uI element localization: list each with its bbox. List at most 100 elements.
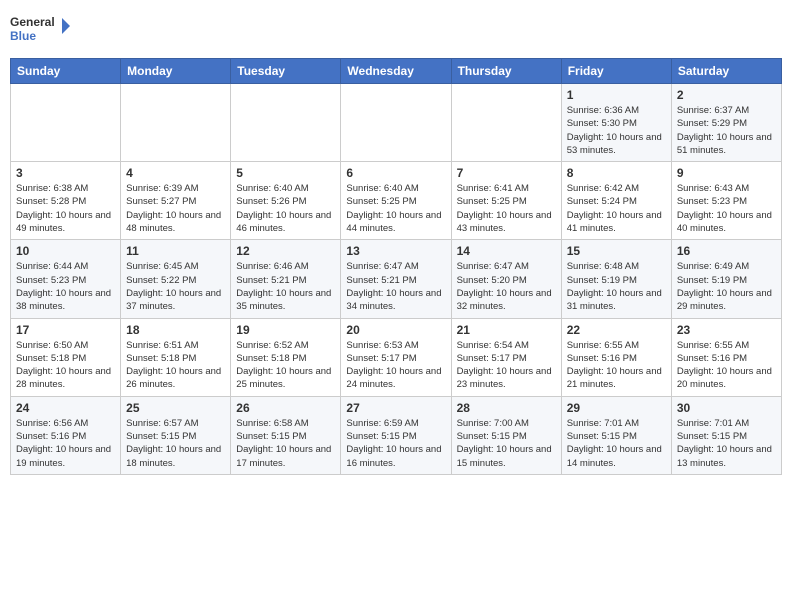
- day-number: 27: [346, 401, 445, 415]
- calendar-cell: 21 Sunrise: 6:54 AM Sunset: 5:17 PM Dayli…: [451, 318, 561, 396]
- day-info: Sunrise: 6:36 AM Sunset: 5:30 PM Dayligh…: [567, 104, 666, 157]
- day-number: 4: [126, 166, 225, 180]
- calendar-cell: 8 Sunrise: 6:42 AM Sunset: 5:24 PM Daylig…: [561, 162, 671, 240]
- day-info: Sunrise: 6:59 AM Sunset: 5:15 PM Dayligh…: [346, 417, 445, 470]
- day-number: 3: [16, 166, 115, 180]
- calendar-cell: [341, 84, 451, 162]
- calendar-cell: 26Sunrise: 6:58 AM Sunset: 5:15 PM Dayli…: [231, 396, 341, 474]
- calendar-cell: [231, 84, 341, 162]
- day-number: 9: [677, 166, 776, 180]
- calendar-cell: [11, 84, 121, 162]
- calendar-cell: 30Sunrise: 7:01 AM Sunset: 5:15 PM Dayli…: [671, 396, 781, 474]
- calendar-cell: 20 Sunrise: 6:53 AM Sunset: 5:17 PM Dayli…: [341, 318, 451, 396]
- day-info: Sunrise: 7:01 AM Sunset: 5:15 PM Dayligh…: [677, 417, 776, 470]
- day-number: 19: [236, 323, 335, 337]
- calendar-cell: 6 Sunrise: 6:40 AM Sunset: 5:25 PM Daylig…: [341, 162, 451, 240]
- day-info: Sunrise: 6:52 AM Sunset: 5:18 PM Dayligh…: [236, 339, 335, 392]
- day-info: Sunrise: 7:00 AM Sunset: 5:15 PM Dayligh…: [457, 417, 556, 470]
- day-number: 17: [16, 323, 115, 337]
- day-info: Sunrise: 6:42 AM Sunset: 5:24 PM Dayligh…: [567, 182, 666, 235]
- calendar-week-row: 1 Sunrise: 6:36 AM Sunset: 5:30 PM Daylig…: [11, 84, 782, 162]
- logo: General Blue: [10, 10, 70, 50]
- calendar-week-row: 17 Sunrise: 6:50 AM Sunset: 5:18 PM Dayli…: [11, 318, 782, 396]
- calendar-table: SundayMondayTuesdayWednesdayThursdayFrid…: [10, 58, 782, 475]
- day-info: Sunrise: 6:40 AM Sunset: 5:25 PM Dayligh…: [346, 182, 445, 235]
- calendar-cell: 27 Sunrise: 6:59 AM Sunset: 5:15 PM Dayli…: [341, 396, 451, 474]
- column-header-tuesday: Tuesday: [231, 59, 341, 84]
- day-info: Sunrise: 6:39 AM Sunset: 5:27 PM Dayligh…: [126, 182, 225, 235]
- calendar-cell: 7 Sunrise: 6:41 AM Sunset: 5:25 PM Daylig…: [451, 162, 561, 240]
- day-number: 8: [567, 166, 666, 180]
- day-info: Sunrise: 6:47 AM Sunset: 5:21 PM Dayligh…: [346, 260, 445, 313]
- column-header-wednesday: Wednesday: [341, 59, 451, 84]
- day-number: 18: [126, 323, 225, 337]
- calendar-cell: 12Sunrise: 6:46 AM Sunset: 5:21 PM Dayli…: [231, 240, 341, 318]
- day-info: Sunrise: 6:54 AM Sunset: 5:17 PM Dayligh…: [457, 339, 556, 392]
- calendar-cell: 1 Sunrise: 6:36 AM Sunset: 5:30 PM Daylig…: [561, 84, 671, 162]
- calendar-cell: 10Sunrise: 6:44 AM Sunset: 5:23 PM Dayli…: [11, 240, 121, 318]
- day-number: 10: [16, 244, 115, 258]
- calendar-cell: [121, 84, 231, 162]
- day-number: 7: [457, 166, 556, 180]
- day-info: Sunrise: 6:43 AM Sunset: 5:23 PM Dayligh…: [677, 182, 776, 235]
- calendar-cell: 23 Sunrise: 6:55 AM Sunset: 5:16 PM Dayli…: [671, 318, 781, 396]
- day-info: Sunrise: 6:50 AM Sunset: 5:18 PM Dayligh…: [16, 339, 115, 392]
- calendar-cell: 3 Sunrise: 6:38 AM Sunset: 5:28 PM Daylig…: [11, 162, 121, 240]
- page-header: General Blue: [10, 10, 782, 50]
- day-number: 28: [457, 401, 556, 415]
- day-number: 20: [346, 323, 445, 337]
- day-info: Sunrise: 6:51 AM Sunset: 5:18 PM Dayligh…: [126, 339, 225, 392]
- column-header-monday: Monday: [121, 59, 231, 84]
- calendar-cell: 9 Sunrise: 6:43 AM Sunset: 5:23 PM Daylig…: [671, 162, 781, 240]
- day-number: 25: [126, 401, 225, 415]
- day-info: Sunrise: 6:40 AM Sunset: 5:26 PM Dayligh…: [236, 182, 335, 235]
- calendar-cell: 18 Sunrise: 6:51 AM Sunset: 5:18 PM Dayli…: [121, 318, 231, 396]
- column-header-saturday: Saturday: [671, 59, 781, 84]
- column-header-friday: Friday: [561, 59, 671, 84]
- calendar-week-row: 3 Sunrise: 6:38 AM Sunset: 5:28 PM Daylig…: [11, 162, 782, 240]
- day-number: 21: [457, 323, 556, 337]
- day-number: 22: [567, 323, 666, 337]
- logo-svg: General Blue: [10, 10, 70, 50]
- day-info: Sunrise: 6:41 AM Sunset: 5:25 PM Dayligh…: [457, 182, 556, 235]
- svg-text:General: General: [10, 15, 55, 29]
- calendar-cell: 11 Sunrise: 6:45 AM Sunset: 5:22 PM Dayli…: [121, 240, 231, 318]
- day-info: Sunrise: 6:57 AM Sunset: 5:15 PM Dayligh…: [126, 417, 225, 470]
- day-info: Sunrise: 6:49 AM Sunset: 5:19 PM Dayligh…: [677, 260, 776, 313]
- calendar-cell: 24Sunrise: 6:56 AM Sunset: 5:16 PM Dayli…: [11, 396, 121, 474]
- day-number: 16: [677, 244, 776, 258]
- calendar-cell: 16 Sunrise: 6:49 AM Sunset: 5:19 PM Dayli…: [671, 240, 781, 318]
- day-info: Sunrise: 6:48 AM Sunset: 5:19 PM Dayligh…: [567, 260, 666, 313]
- day-number: 15: [567, 244, 666, 258]
- day-number: 11: [126, 244, 225, 258]
- day-info: Sunrise: 7:01 AM Sunset: 5:15 PM Dayligh…: [567, 417, 666, 470]
- day-number: 2: [677, 88, 776, 102]
- day-info: Sunrise: 6:45 AM Sunset: 5:22 PM Dayligh…: [126, 260, 225, 313]
- calendar-cell: 19 Sunrise: 6:52 AM Sunset: 5:18 PM Dayli…: [231, 318, 341, 396]
- day-info: Sunrise: 6:37 AM Sunset: 5:29 PM Dayligh…: [677, 104, 776, 157]
- day-number: 1: [567, 88, 666, 102]
- calendar-cell: [451, 84, 561, 162]
- calendar-cell: 29 Sunrise: 7:01 AM Sunset: 5:15 PM Dayli…: [561, 396, 671, 474]
- calendar-cell: 17 Sunrise: 6:50 AM Sunset: 5:18 PM Dayli…: [11, 318, 121, 396]
- day-info: Sunrise: 6:47 AM Sunset: 5:20 PM Dayligh…: [457, 260, 556, 313]
- day-info: Sunrise: 6:53 AM Sunset: 5:17 PM Dayligh…: [346, 339, 445, 392]
- calendar-cell: 5 Sunrise: 6:40 AM Sunset: 5:26 PM Daylig…: [231, 162, 341, 240]
- column-header-sunday: Sunday: [11, 59, 121, 84]
- calendar-week-row: 10Sunrise: 6:44 AM Sunset: 5:23 PM Dayli…: [11, 240, 782, 318]
- calendar-header-row: SundayMondayTuesdayWednesdayThursdayFrid…: [11, 59, 782, 84]
- calendar-cell: 14Sunrise: 6:47 AM Sunset: 5:20 PM Dayli…: [451, 240, 561, 318]
- day-info: Sunrise: 6:55 AM Sunset: 5:16 PM Dayligh…: [677, 339, 776, 392]
- day-number: 23: [677, 323, 776, 337]
- day-number: 12: [236, 244, 335, 258]
- day-number: 6: [346, 166, 445, 180]
- day-info: Sunrise: 6:58 AM Sunset: 5:15 PM Dayligh…: [236, 417, 335, 470]
- column-header-thursday: Thursday: [451, 59, 561, 84]
- calendar-cell: 28 Sunrise: 7:00 AM Sunset: 5:15 PM Dayli…: [451, 396, 561, 474]
- calendar-cell: 15 Sunrise: 6:48 AM Sunset: 5:19 PM Dayli…: [561, 240, 671, 318]
- day-number: 24: [16, 401, 115, 415]
- day-number: 5: [236, 166, 335, 180]
- day-number: 29: [567, 401, 666, 415]
- calendar-cell: 25 Sunrise: 6:57 AM Sunset: 5:15 PM Dayli…: [121, 396, 231, 474]
- day-info: Sunrise: 6:38 AM Sunset: 5:28 PM Dayligh…: [16, 182, 115, 235]
